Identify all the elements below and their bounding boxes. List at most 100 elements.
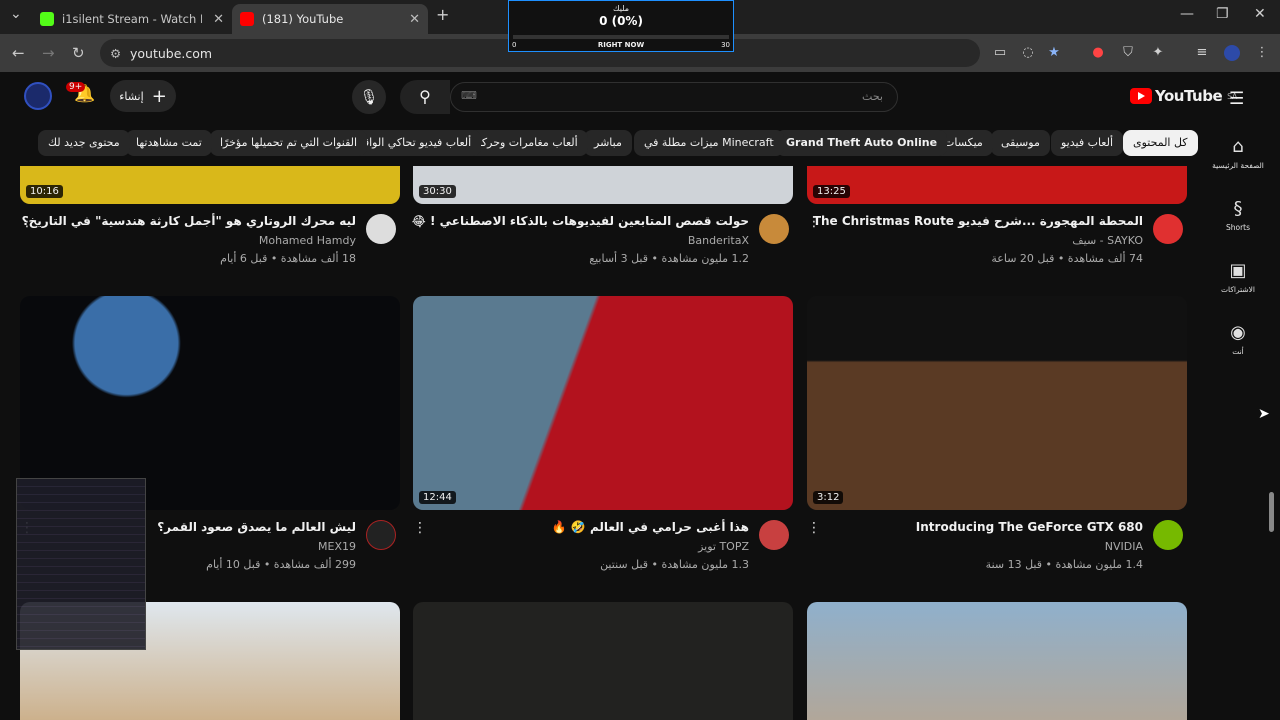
- channel-avatar[interactable]: [366, 214, 396, 244]
- hamburger-menu-icon[interactable]: ☰: [1229, 89, 1244, 109]
- chip-new-to-you[interactable]: محتوى جديد لك: [38, 130, 130, 156]
- page-scrollbar[interactable]: [1269, 492, 1274, 532]
- maximize-icon[interactable]: ❐: [1216, 6, 1229, 22]
- sidebar-item-shorts[interactable]: § Shorts: [1200, 198, 1276, 232]
- plus-icon: +: [151, 85, 167, 107]
- video-stats: 299 ألف مشاهدة • قبل 10 أيام: [206, 558, 356, 571]
- channel-avatar[interactable]: [1153, 520, 1183, 550]
- video-title[interactable]: ليه محرك الروتاري هو "أجمل كارثة هندسية"…: [22, 214, 356, 228]
- chip-music[interactable]: موسيقى: [991, 130, 1050, 156]
- sidebar-item-home[interactable]: ⌂ الصفحة الرئيسية: [1200, 136, 1276, 170]
- channel-name[interactable]: سيف - SAYKO: [1072, 234, 1143, 247]
- video-stats: 18 ألف مشاهدة • قبل 6 أيام: [220, 252, 356, 265]
- video-title[interactable]: المحطة المهجورة ...شرح فيديو The Christm…: [813, 214, 1143, 228]
- shield-icon[interactable]: ⛉: [1120, 45, 1136, 61]
- video-thumbnail[interactable]: 12:44: [413, 296, 793, 510]
- bookmark-star-icon[interactable]: ★: [1046, 45, 1062, 61]
- home-icon: ⌂: [1232, 136, 1244, 157]
- search-icon[interactable]: ⚲: [400, 80, 450, 114]
- voice-search-icon[interactable]: 🎙: [352, 80, 386, 114]
- more-options-icon[interactable]: ⋮: [413, 520, 427, 536]
- extension-red-icon[interactable]: ●: [1090, 45, 1106, 61]
- channel-name[interactable]: NVIDIA: [1105, 540, 1143, 553]
- new-tab-icon[interactable]: +: [436, 5, 449, 24]
- chip-gta-online[interactable]: Grand Theft Auto Online: [776, 130, 948, 156]
- sidebar-item-label: أنت: [1232, 347, 1244, 356]
- tab-list-icon[interactable]: ⌄: [10, 6, 22, 22]
- video-title[interactable]: هذا أغبى حرامي في العالم 🤣 🔥: [552, 520, 749, 534]
- video-thumbnail[interactable]: [807, 602, 1187, 720]
- channel-avatar[interactable]: [759, 520, 789, 550]
- channel-name[interactable]: تويز TOPZ: [698, 540, 749, 553]
- video-thumbnail[interactable]: 3:12: [807, 296, 1187, 510]
- sidebar-item-you[interactable]: ◉ أنت: [1200, 322, 1276, 356]
- more-options-icon[interactable]: ⋮: [20, 214, 34, 230]
- profile-icon[interactable]: [1224, 45, 1240, 61]
- tab-title: i1silent Stream - Watch Live on: [62, 12, 202, 26]
- tab-youtube[interactable]: (181) YouTube ✕: [232, 4, 428, 34]
- channel-avatar[interactable]: [759, 214, 789, 244]
- create-label: إنشاء: [119, 89, 144, 103]
- keyboard-icon[interactable]: ⌨: [461, 89, 477, 102]
- filter-chip-bar: كل المحتوى ألعاب فيديو موسيقى ميكسات Gra…: [0, 122, 1200, 166]
- create-button[interactable]: إنشاء +: [110, 80, 176, 112]
- subscriptions-icon: ▣: [1229, 260, 1247, 281]
- extensions-icon[interactable]: ✦: [1150, 45, 1166, 61]
- more-options-icon[interactable]: ⋮: [807, 214, 821, 230]
- more-menu-icon[interactable]: ⋮: [1254, 45, 1270, 61]
- stream-goal-overlay: مليك 0 (0%) 0 RIGHT NOW 30: [508, 0, 734, 52]
- sidebar-item-subscriptions[interactable]: ▣ الاشتراكات: [1200, 260, 1276, 294]
- video-title[interactable]: ليش العالم ما يصدق صعود القمر؟: [157, 520, 356, 534]
- you-icon: ◉: [1230, 322, 1246, 343]
- minimize-icon[interactable]: —: [1180, 6, 1194, 22]
- avatar[interactable]: [24, 82, 52, 110]
- more-options-icon[interactable]: ⋮: [413, 214, 427, 230]
- chip-action-adventure[interactable]: ألعاب مغامرات وحركة: [466, 130, 588, 156]
- channel-name[interactable]: BanderitaX: [688, 234, 749, 247]
- sidebar-item-label: الاشتراكات: [1220, 285, 1256, 294]
- video-thumbnail[interactable]: 10:16: [20, 166, 400, 204]
- close-window-icon[interactable]: ✕: [1254, 6, 1266, 22]
- video-thumbnail[interactable]: 30:30: [413, 166, 793, 204]
- youtube-logo[interactable]: YouTube SA: [1130, 87, 1237, 105]
- tab-stream[interactable]: i1silent Stream - Watch Live on ✕: [32, 4, 232, 34]
- chip-minecraft[interactable]: ميزات مطلة في Minecraft: [634, 130, 784, 156]
- site-info-icon[interactable]: ⚙: [110, 46, 121, 61]
- video-title[interactable]: Introducing The GeForce GTX 680: [916, 520, 1143, 534]
- chip-live[interactable]: مباشر: [584, 130, 632, 156]
- overlay-status: RIGHT NOW: [597, 41, 645, 49]
- notification-count: 9+: [66, 82, 86, 92]
- chip-video-games[interactable]: ألعاب فيديو: [1051, 130, 1124, 156]
- cast-icon[interactable]: ▭: [992, 45, 1008, 61]
- close-icon[interactable]: ✕: [213, 12, 224, 27]
- chip-recently-uploaded[interactable]: القنوات التي تم تحميلها مؤخرًا: [210, 130, 368, 156]
- video-stats: 1.4 مليون مشاهدة • قبل 13 سنة: [985, 558, 1143, 571]
- overlay-label: مليك: [612, 4, 630, 13]
- eye-off-icon[interactable]: ◌: [1020, 45, 1036, 61]
- url-text: youtube.com: [130, 46, 213, 61]
- video-thumbnail[interactable]: [413, 602, 793, 720]
- chip-simulation[interactable]: ألعاب فيديو تحاكي الواقع: [348, 130, 482, 156]
- video-title[interactable]: حولت قصص المتابعين لفيديوهات بالذكاء الا…: [412, 214, 749, 228]
- overlay-max: 30: [721, 41, 730, 49]
- sidebar-item-label: Shorts: [1225, 223, 1251, 232]
- back-icon[interactable]: ←: [12, 44, 25, 62]
- video-duration: 12:44: [419, 491, 456, 504]
- channel-name[interactable]: Mohamed Hamdy: [259, 234, 356, 247]
- close-icon[interactable]: ✕: [409, 12, 420, 27]
- chip-all[interactable]: كل المحتوى: [1123, 130, 1198, 156]
- forward-icon[interactable]: →: [42, 44, 55, 62]
- stream-chat-overlay: [16, 478, 146, 650]
- video-thumbnail[interactable]: 13:25: [807, 166, 1187, 204]
- reload-icon[interactable]: ↻: [72, 44, 85, 62]
- more-options-icon[interactable]: ⋮: [807, 520, 821, 536]
- search-input[interactable]: بحث ⌨: [450, 82, 898, 112]
- channel-name[interactable]: MEX19: [318, 540, 356, 553]
- video-stats: 1.3 مليون مشاهدة • قبل سنتين: [600, 558, 749, 571]
- chip-watched[interactable]: تمت مشاهدتها: [126, 130, 212, 156]
- reading-list-icon[interactable]: ≡: [1194, 45, 1210, 61]
- channel-avatar[interactable]: [1153, 214, 1183, 244]
- kick-favicon-icon: [40, 12, 54, 26]
- youtube-header: 🔔 9+ إنشاء + 🎙 ⚲ بحث ⌨ YouTube SA ☰: [0, 72, 1280, 122]
- channel-avatar[interactable]: [366, 520, 396, 550]
